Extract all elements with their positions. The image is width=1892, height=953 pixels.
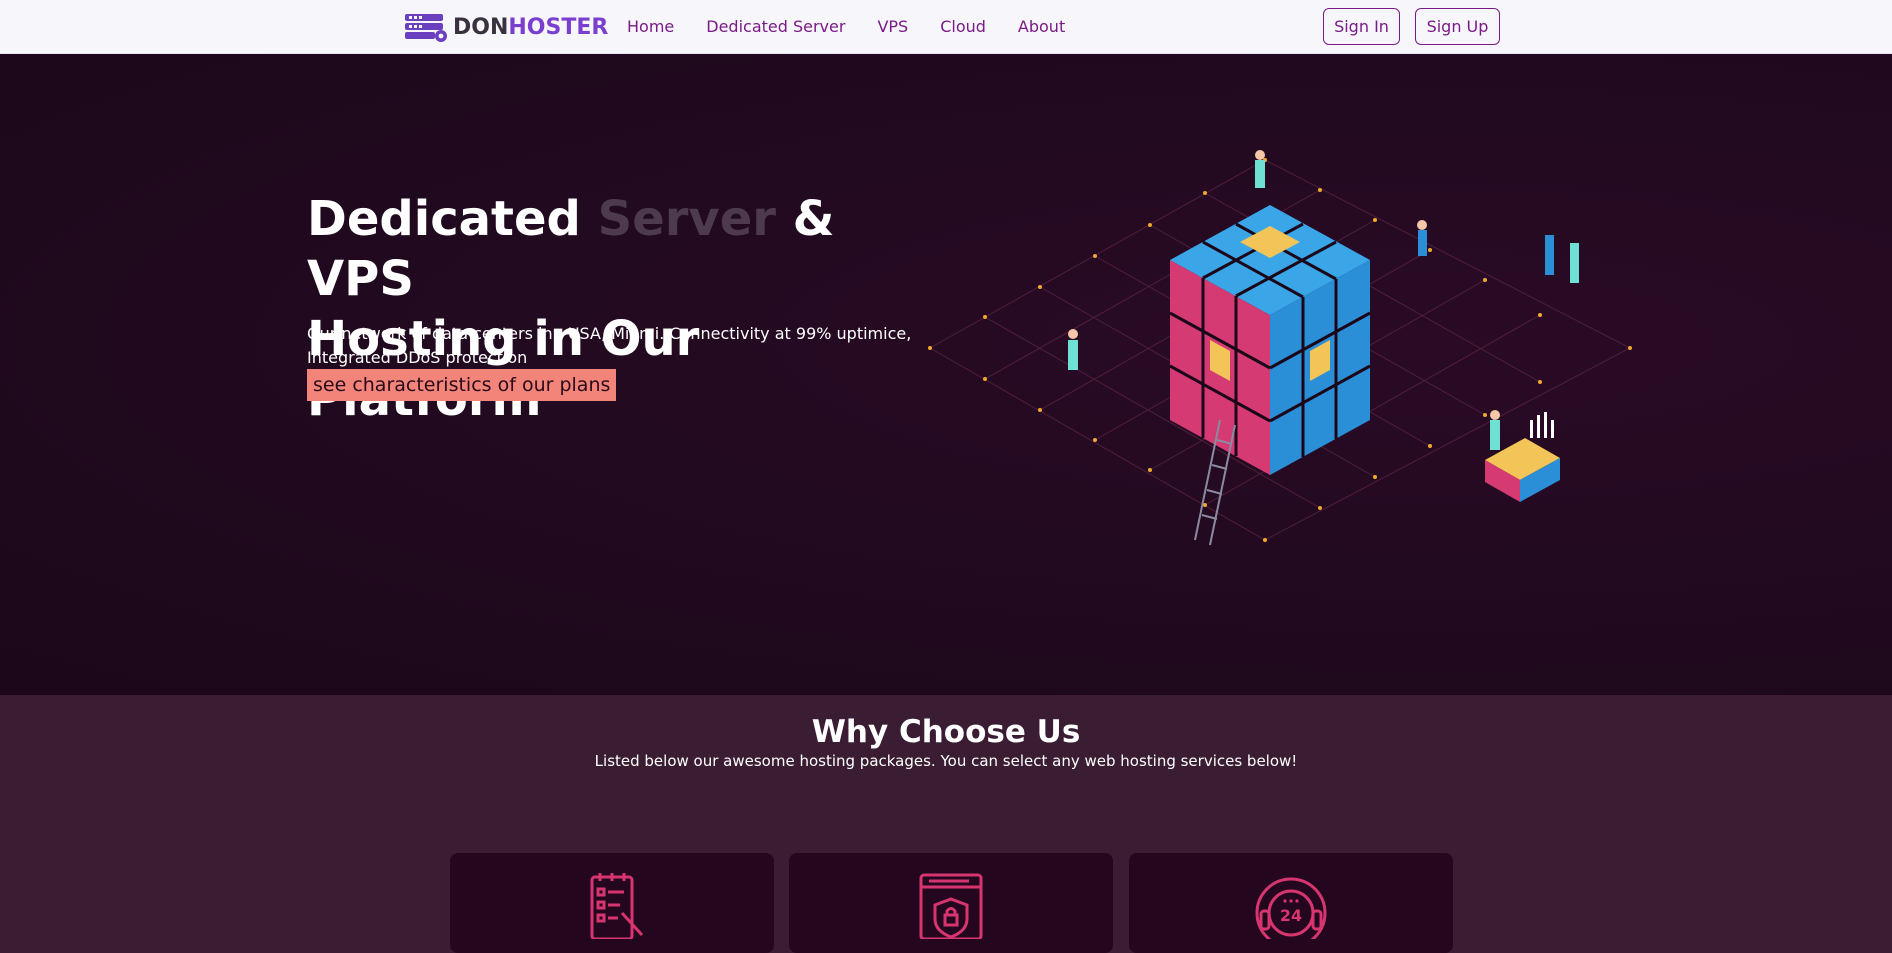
brand-name-part2: HOSTER xyxy=(508,14,609,40)
support-24-icon: 24 xyxy=(1255,877,1327,939)
feature-card xyxy=(789,853,1113,953)
main-nav: Home Dedicated Server VPS Cloud About xyxy=(627,17,1097,36)
feature-card: 24 xyxy=(1129,853,1453,953)
secure-browser-icon xyxy=(919,873,983,939)
see-plans-button[interactable]: see characteristics of our plans xyxy=(307,369,617,401)
nav-about[interactable]: About xyxy=(1018,17,1065,36)
svg-text:24: 24 xyxy=(1280,906,1302,925)
nav-home[interactable]: Home xyxy=(627,17,674,36)
datacenter-illustration xyxy=(928,150,1632,546)
checklist-icon xyxy=(590,873,644,939)
sign-in-button[interactable]: Sign In xyxy=(1323,8,1400,45)
brand-name-part1: DON xyxy=(453,14,509,40)
section-subtitle: Listed below our awesome hosting package… xyxy=(594,752,1298,770)
nav-dedicated-server[interactable]: Dedicated Server xyxy=(706,17,845,36)
nav-cloud[interactable]: Cloud xyxy=(940,17,986,36)
brand-logo[interactable]: DONHOSTER xyxy=(403,10,608,44)
section-title: Why Choose Us xyxy=(811,714,1081,750)
hero-title-part1: Dedicated xyxy=(307,191,598,247)
hero-description: Our network of data centers in , USA, Mi… xyxy=(307,324,912,367)
sign-up-button[interactable]: Sign Up xyxy=(1415,8,1500,45)
server-logo-icon xyxy=(405,14,447,42)
top-navbar: DONHOSTER Home Dedicated Server VPS Clou… xyxy=(0,0,1892,54)
hero-title-highlight: Server xyxy=(597,191,776,247)
nav-vps[interactable]: VPS xyxy=(877,17,908,36)
feature-card xyxy=(450,853,774,953)
